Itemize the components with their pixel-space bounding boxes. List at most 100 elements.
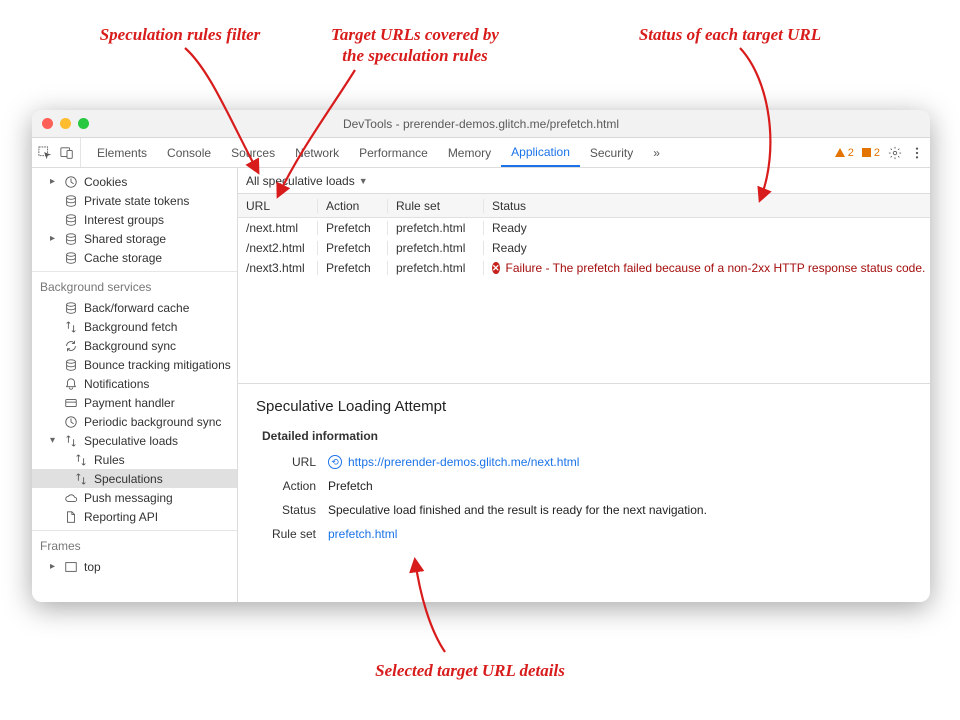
cell-ruleset: prefetch.html <box>388 261 484 275</box>
issues-badge[interactable]: 2 <box>862 147 880 159</box>
speculations-grid: URL Action Rule set Status /next.htmlPre… <box>238 194 930 384</box>
sidebar-item-label: Rules <box>94 453 125 467</box>
sidebar-item-bounce-tracking-mitigations[interactable]: Bounce tracking mitigations <box>32 355 237 374</box>
db-icon <box>64 358 78 372</box>
tab-memory[interactable]: Memory <box>438 138 501 167</box>
sidebar-item-label: Periodic background sync <box>84 415 221 429</box>
table-row[interactable]: /next2.htmlPrefetchprefetch.htmlReady <box>238 238 930 258</box>
issues-square-icon <box>862 148 871 157</box>
tab-console[interactable]: Console <box>157 138 221 167</box>
header-url[interactable]: URL <box>238 199 318 213</box>
annotation-details: Selected target URL details <box>340 660 600 681</box>
detail-action: Prefetch <box>328 479 912 493</box>
warning-triangle-icon <box>835 148 845 157</box>
tab-sources[interactable]: Sources <box>221 138 285 167</box>
table-row[interactable]: /next.htmlPrefetchprefetch.htmlReady <box>238 218 930 238</box>
sidebar-item-push-messaging[interactable]: Push messaging <box>32 488 237 507</box>
tab-elements[interactable]: Elements <box>87 138 157 167</box>
sidebar-item-back-forward-cache[interactable]: Back/forward cache <box>32 298 237 317</box>
sidebar-item-periodic-background-sync[interactable]: Periodic background sync <box>32 412 237 431</box>
header-action[interactable]: Action <box>318 199 388 213</box>
sidebar-item-label: top <box>84 560 101 574</box>
sidebar-item-notifications[interactable]: Notifications <box>32 374 237 393</box>
grid-header: URL Action Rule set Status <box>238 194 930 218</box>
tab-network[interactable]: Network <box>285 138 349 167</box>
cell-action: Prefetch <box>318 261 388 275</box>
sidebar-item-reporting-api[interactable]: Reporting API <box>32 507 237 526</box>
table-row[interactable]: /next3.htmlPrefetchprefetch.html✕Failure… <box>238 258 930 278</box>
sidebar-item-interest-groups[interactable]: Interest groups <box>32 210 237 229</box>
sidebar-item-rules[interactable]: Rules <box>32 450 237 469</box>
detail-url-link[interactable]: https://prerender-demos.glitch.me/next.h… <box>348 455 579 469</box>
device-toolbar-icon[interactable] <box>60 146 74 160</box>
sidebar: ▸ Cookies Private state tokens Interest gro… <box>32 168 238 602</box>
sidebar-item-label: Background fetch <box>84 320 177 334</box>
cell-url: /next2.html <box>238 241 318 255</box>
cell-ruleset: prefetch.html <box>388 241 484 255</box>
caret-icon: ▾ <box>50 435 58 446</box>
cell-status: ✕Failure - The prefetch failed because o… <box>484 261 930 275</box>
arrows-icon <box>74 472 88 486</box>
tab-performance[interactable]: Performance <box>349 138 438 167</box>
sidebar-item-label: Bounce tracking mitigations <box>84 358 231 372</box>
sidebar-item-cookies[interactable]: ▸ Cookies <box>32 172 237 191</box>
sidebar-item-speculations[interactable]: Speculations <box>32 469 237 488</box>
toolbar: All speculative loads ▼ <box>238 168 930 194</box>
header-ruleset[interactable]: Rule set <box>388 199 484 213</box>
annotation-targets: Target URLs covered by the speculation r… <box>300 24 530 67</box>
header-status[interactable]: Status <box>484 199 930 213</box>
sidebar-item-label: Push messaging <box>84 491 173 505</box>
sidebar-item-shared-storage[interactable]: ▸Shared storage <box>32 229 237 248</box>
sidebar-item-label: Private state tokens <box>84 194 189 208</box>
sidebar-item-private-state-tokens[interactable]: Private state tokens <box>32 191 237 210</box>
sidebar-item-label: Payment handler <box>84 396 175 410</box>
clock-icon <box>64 415 78 429</box>
tab-security[interactable]: Security <box>580 138 643 167</box>
sidebar-item-label: Cookies <box>84 175 127 189</box>
chevron-down-icon: ▼ <box>359 176 368 186</box>
sidebar-item-cache-storage[interactable]: Cache storage <box>32 248 237 267</box>
sidebar-item-label: Interest groups <box>84 213 164 227</box>
annotation-filter: Speculation rules filter <box>70 24 290 45</box>
bell-icon <box>64 377 78 391</box>
section-frames: Frames <box>32 530 237 557</box>
sidebar-item-label: Speculations <box>94 472 163 486</box>
error-icon: ✕ <box>492 262 500 274</box>
settings-icon[interactable] <box>888 146 902 160</box>
arrows-icon <box>74 453 88 467</box>
sidebar-item-payment-handler[interactable]: Payment handler <box>32 393 237 412</box>
cell-ruleset: prefetch.html <box>388 221 484 235</box>
caret-icon: ▸ <box>50 233 58 244</box>
kebab-icon[interactable] <box>910 146 924 160</box>
sidebar-item-label: Background sync <box>84 339 176 353</box>
details-subtitle: Detailed information <box>262 429 912 443</box>
sidebar-item-background-sync[interactable]: Background sync <box>32 336 237 355</box>
label-status: Status <box>268 503 328 517</box>
sidebar-item-top[interactable]: ▸ top <box>32 557 237 576</box>
details-panel: Speculative Loading Attempt Detailed inf… <box>238 384 930 602</box>
cell-action: Prefetch <box>318 221 388 235</box>
sidebar-item-label: Cache storage <box>84 251 162 265</box>
sidebar-item-speculative-loads[interactable]: ▾Speculative loads <box>32 431 237 450</box>
db-icon <box>64 213 78 227</box>
card-icon <box>64 396 78 410</box>
tabs-overflow[interactable]: » <box>643 138 670 167</box>
speculative-loads-filter[interactable]: All speculative loads ▼ <box>246 174 368 188</box>
db-icon <box>64 251 78 265</box>
warnings-errors-badge[interactable]: 2 <box>835 147 854 159</box>
cell-action: Prefetch <box>318 241 388 255</box>
sidebar-item-label: Reporting API <box>84 510 158 524</box>
caret-icon: ▸ <box>50 176 58 187</box>
sidebar-item-background-fetch[interactable]: Background fetch <box>32 317 237 336</box>
inspect-icon[interactable] <box>38 146 52 160</box>
section-background-services: Background services <box>32 271 237 298</box>
label-ruleset: Rule set <box>268 527 328 541</box>
window-title: DevTools - prerender-demos.glitch.me/pre… <box>32 117 930 131</box>
doc-icon <box>64 510 78 524</box>
link-icon: ⟲ <box>328 455 342 469</box>
caret-icon: ▸ <box>50 561 58 572</box>
detail-ruleset-link[interactable]: prefetch.html <box>328 527 397 541</box>
db-icon <box>64 232 78 246</box>
tab-application[interactable]: Application <box>501 138 580 167</box>
frame-icon <box>64 560 78 574</box>
